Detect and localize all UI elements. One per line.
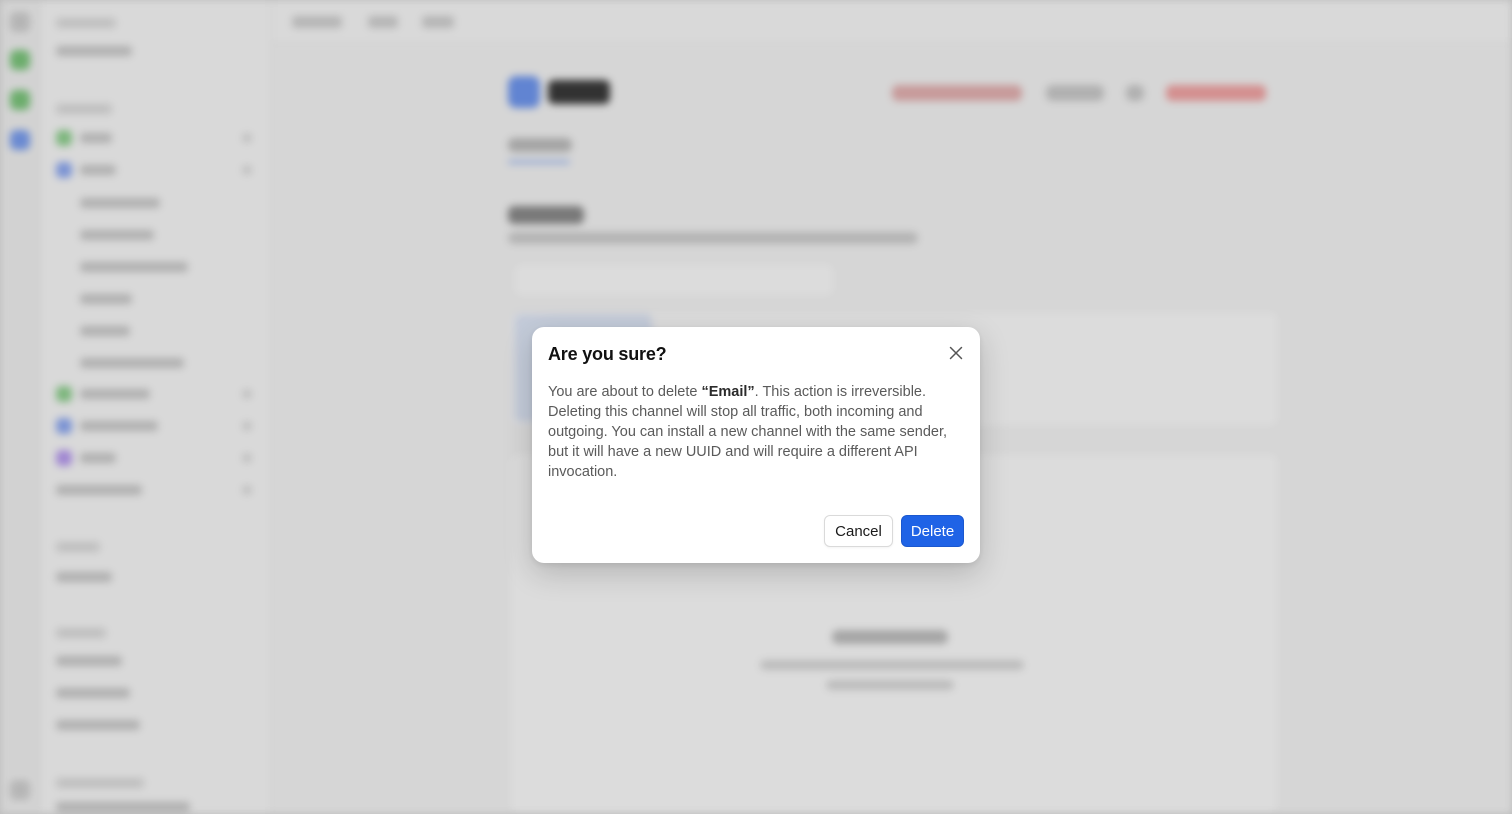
cancel-button[interactable]: Cancel: [824, 515, 893, 547]
dialog-message-prefix: You are about to delete: [548, 384, 702, 400]
confirm-delete-dialog: Are you sure? You are about to delete “E…: [532, 327, 980, 563]
close-icon: [949, 346, 963, 360]
close-button[interactable]: [943, 340, 969, 366]
deleted-item-name: “Email”: [701, 384, 755, 400]
dialog-message: You are about to delete “Email”. This ac…: [548, 382, 966, 482]
delete-button[interactable]: Delete: [901, 515, 964, 547]
dialog-title: Are you sure?: [548, 344, 667, 364]
